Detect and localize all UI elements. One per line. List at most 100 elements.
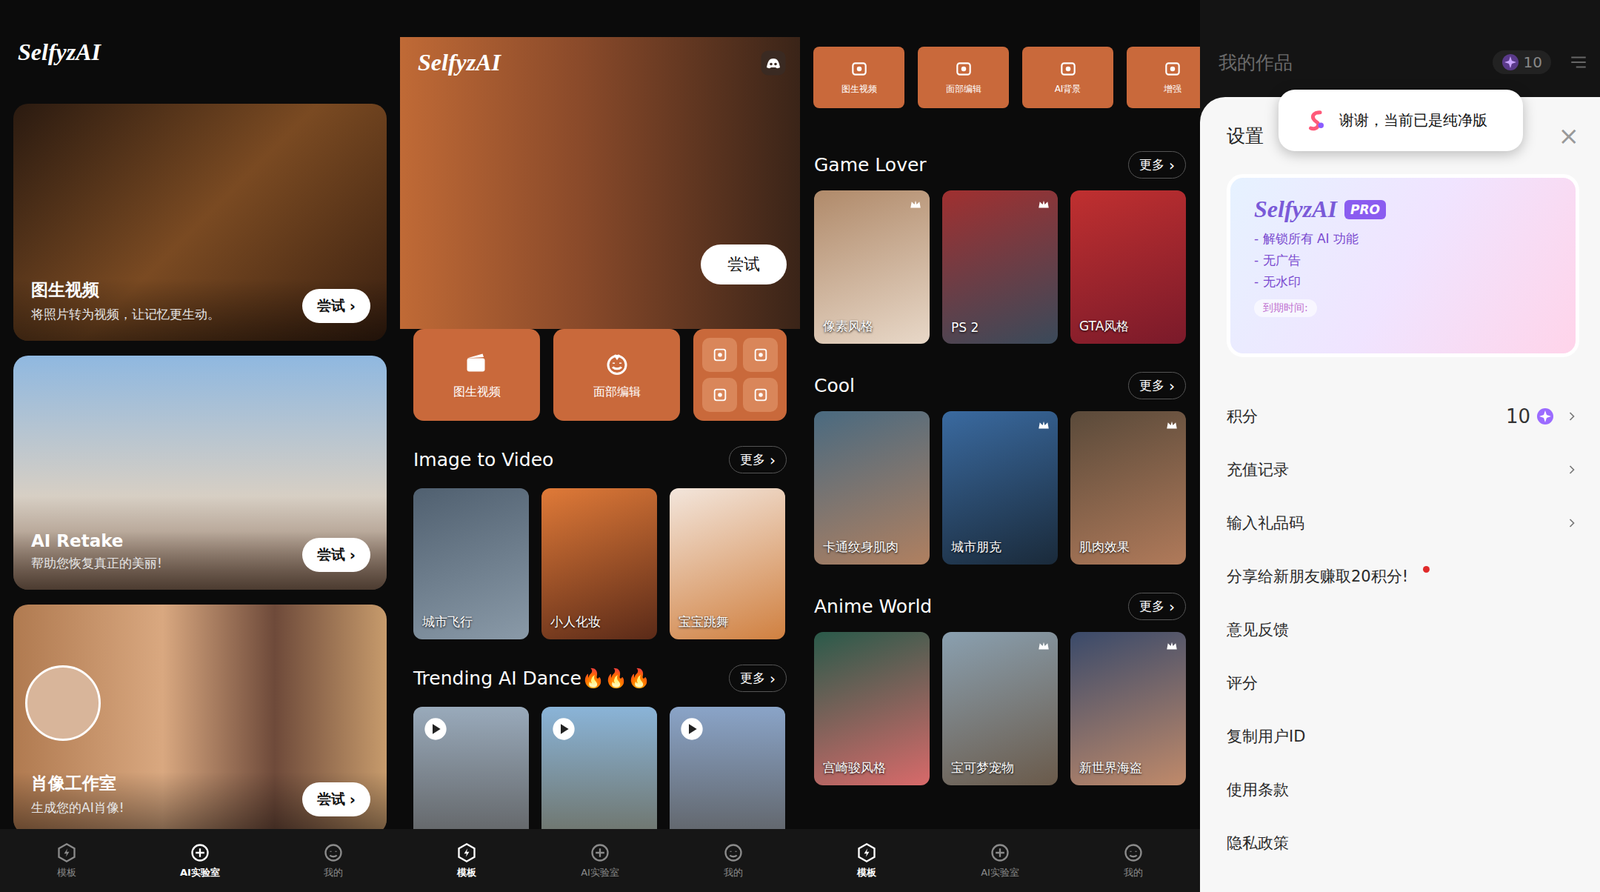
tool-button[interactable]: 图生视频	[413, 328, 540, 421]
nav-item[interactable]: AI实验室	[555, 842, 645, 880]
nav-item[interactable]: AI实验室	[955, 842, 1045, 880]
pro-badge: PRO	[1344, 200, 1386, 220]
template-thumb[interactable]: 城市飞行	[413, 488, 529, 640]
style-thumb[interactable]: PS 2	[942, 190, 1058, 344]
template-icon	[456, 842, 478, 863]
discord-icon[interactable]	[760, 49, 787, 77]
header: SelfyzAI	[0, 0, 400, 104]
mini-tool[interactable]	[742, 337, 778, 372]
section-title: Game Lover	[814, 154, 927, 176]
home-panel: SelfyzAI图生视频将照片转为视频，让记忆更生动。尝试›AI Retake帮…	[0, 0, 400, 892]
settings-row[interactable]: 使用条款	[1226, 762, 1580, 817]
style-section: Cool更多›卡通纹身肌肉城市朋克肌肉效果	[800, 371, 1200, 565]
thumb-label: 新世界海盗	[1070, 759, 1152, 786]
tool-label: AI背景	[1054, 82, 1082, 96]
thumb-label: 卡通纹身肌肉	[814, 538, 908, 565]
bottom-nav: 模板 AI实验室 我的	[400, 828, 800, 892]
nav-item[interactable]: 模板	[22, 842, 112, 880]
settings-row[interactable]: 评分	[1226, 656, 1580, 710]
works-header: 我的作品10	[1200, 0, 1600, 98]
feature-card[interactable]: 肖像工作室生成您的AI肖像!尝试›	[13, 604, 387, 829]
style-section: Anime World更多›宫崎骏风格宝可梦宠物新世界海盗	[800, 592, 1200, 786]
styles-panel: 图生视频面部编辑 AI背景 增强 Game Lover 更多› 像素风格PS 2GTA风格…	[800, 0, 1200, 892]
settings-row[interactable]: 隐私政策	[1226, 816, 1580, 870]
template-thumb[interactable]	[541, 706, 658, 829]
nav-item[interactable]: AI实验室	[155, 842, 245, 880]
tool-button[interactable]: 增强	[1126, 46, 1200, 109]
crown-icon	[1037, 418, 1051, 432]
tool-label: 增强	[1163, 82, 1182, 96]
settings-row[interactable]: 意见反馈	[1226, 602, 1580, 657]
try-button[interactable]: 尝试›	[302, 782, 371, 817]
tool-button[interactable]: AI背景	[1022, 46, 1114, 109]
style-thumb[interactable]: 宝可梦宠物	[942, 631, 1058, 786]
points-icon	[1536, 407, 1555, 426]
tool-button[interactable]: 图生视频	[813, 46, 905, 109]
more-button[interactable]: 更多›	[728, 445, 787, 474]
mini-tool[interactable]	[702, 377, 738, 412]
mini-tool[interactable]	[702, 337, 738, 372]
settings-row[interactable]: 积分10	[1226, 389, 1580, 443]
template-thumb[interactable]: 宝宝跳舞	[669, 488, 786, 640]
feature-card[interactable]: 图生视频将照片转为视频，让记忆更生动。尝试›	[13, 103, 387, 341]
mini-tool[interactable]	[742, 377, 778, 412]
nav-item[interactable]: 我的	[1088, 842, 1178, 880]
style-thumb[interactable]: 肌肉效果	[1070, 411, 1186, 565]
nav-label: AI实验室	[580, 865, 620, 880]
menu-icon[interactable]	[1568, 52, 1589, 72]
style-thumb[interactable]: GTA风格	[1070, 190, 1186, 344]
settings-row[interactable]: 充值记录	[1226, 442, 1580, 497]
try-button[interactable]: 尝试	[700, 244, 787, 285]
card-title: 肖像工作室	[31, 771, 124, 795]
play-icon	[423, 717, 448, 741]
settings-row[interactable]: 分享给新朋友赚取20积分!	[1226, 549, 1580, 603]
tool-button[interactable]: 面部编辑	[917, 46, 1009, 109]
nav-item[interactable]: 我的	[688, 842, 778, 880]
face-edit-icon	[603, 350, 631, 378]
crown-icon	[1165, 418, 1179, 432]
row-label: 隐私政策	[1226, 832, 1289, 854]
nav-label: 模板	[57, 865, 77, 880]
style-thumb[interactable]: 城市朋克	[942, 411, 1058, 565]
tool-icon	[954, 59, 974, 79]
try-button[interactable]: 尝试›	[302, 288, 371, 323]
more-button[interactable]: 更多›	[1128, 592, 1186, 620]
more-button[interactable]: 更多›	[728, 664, 787, 692]
close-button[interactable]: ×	[1558, 120, 1580, 151]
lab-icon	[589, 842, 611, 863]
tool-button[interactable]: 面部编辑	[553, 328, 680, 421]
thumb-label: 宝宝跳舞	[669, 613, 738, 640]
template-thumb[interactable]	[413, 706, 529, 829]
row-value: 10	[1505, 405, 1531, 428]
pro-card[interactable]: SelfyzAIPRO- 解锁所有 AI 功能- 无广告- 无水印到期时间:	[1226, 174, 1580, 358]
more-button[interactable]: 更多›	[1128, 151, 1186, 179]
thumb-label: 宝可梦宠物	[942, 759, 1023, 786]
try-button[interactable]: 尝试›	[302, 537, 371, 572]
settings-sheet: 设置×SelfyzAIPRO- 解锁所有 AI 功能- 无广告- 无水印到期时间…	[1200, 97, 1600, 892]
style-thumb[interactable]: 卡通纹身肌肉	[814, 411, 930, 565]
template-icon	[856, 842, 878, 863]
more-button[interactable]: 更多›	[1128, 371, 1186, 400]
row-label: 分享给新朋友赚取20积分!	[1226, 565, 1409, 587]
lab-icon	[189, 842, 211, 863]
nav-item[interactable]: 模板	[822, 842, 912, 880]
nav-item[interactable]: 我的	[288, 842, 378, 880]
style-thumb[interactable]: 宫崎骏风格	[814, 631, 930, 786]
points-badge[interactable]: 10	[1492, 50, 1552, 75]
template-thumb[interactable]: 小人化妆	[541, 488, 658, 640]
nav-label: 我的	[1123, 865, 1143, 880]
hero-banner[interactable]: SelfyzAI 尝试	[400, 37, 800, 329]
feature-card[interactable]: AI Retake帮助您恢复真正的美丽!尝试›	[13, 355, 387, 590]
settings-row[interactable]: 输入礼品码	[1226, 496, 1580, 550]
settings-row[interactable]: 复制用户ID	[1226, 709, 1580, 763]
tool-icon	[752, 386, 769, 403]
avatar	[25, 665, 101, 741]
style-thumb[interactable]: 像素风格	[814, 190, 930, 344]
profile-icon	[722, 842, 744, 863]
toast: 谢谢，当前已是纯净版	[1278, 89, 1523, 152]
template-thumb[interactable]	[669, 706, 786, 829]
style-thumb[interactable]: 新世界海盗	[1070, 631, 1186, 786]
nav-label: 我的	[723, 865, 743, 880]
nav-item[interactable]: 模板	[422, 842, 512, 880]
logo: SelfyzAI	[417, 48, 501, 77]
